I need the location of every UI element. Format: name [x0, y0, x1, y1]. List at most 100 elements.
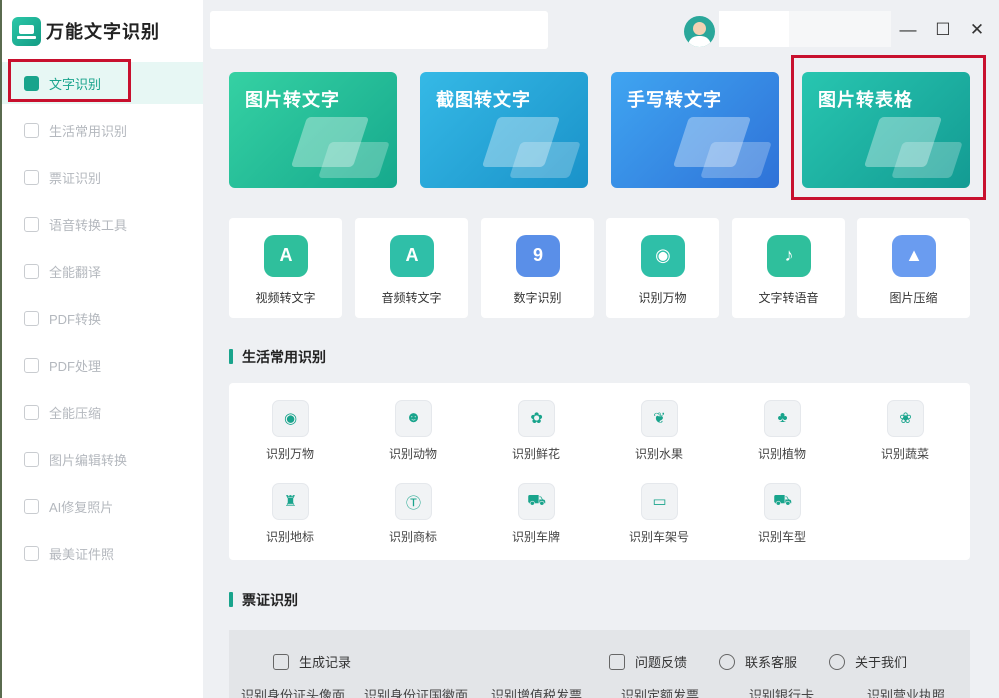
sidebar-nav: 文字识别 生活常用识别 票证识别 语音转换工具 全能翻译 PDF转换 PDF处理…: [2, 60, 203, 577]
life-item-animal[interactable]: ☻ 识别动物: [368, 397, 458, 467]
service-label: 联系客服: [745, 655, 798, 670]
tool-label: 音频转文字: [381, 291, 442, 305]
truck-icon: ⛟: [764, 483, 801, 520]
icon-glyph: ☻: [405, 409, 422, 426]
history-button[interactable]: 生成记录: [273, 652, 351, 671]
feature-image-to-table[interactable]: 图片转表格: [802, 72, 970, 188]
history-label: 生成记录: [299, 655, 352, 670]
tool-text-to-speech[interactable]: ♪ 文字转语音: [732, 218, 845, 318]
life-item-label: 识别万物: [265, 447, 314, 461]
life-item-flower[interactable]: ✿ 识别鲜花: [491, 397, 581, 467]
bottom-bar: 生成记录 问题反馈 联系客服 关于我们 识别身份证头像面 识别身份证国徽面 识别…: [229, 630, 970, 698]
feature-screenshot-to-text[interactable]: 截图转文字: [420, 72, 588, 188]
life-item-car-model[interactable]: ⛟ 识别车型: [737, 480, 827, 550]
image-compress-icon: ▲: [892, 235, 936, 277]
sidebar-item-translate[interactable]: 全能翻译: [2, 248, 203, 295]
sidebar-item-ai-repair[interactable]: AI修复照片: [2, 483, 203, 530]
app-logo-icon: [12, 16, 41, 46]
sidebar-item-pdf-convert[interactable]: PDF转换: [2, 295, 203, 342]
user-info[interactable]: [719, 11, 789, 47]
icon-glyph: ♪: [784, 245, 794, 265]
sidebar-item-compress[interactable]: 全能压缩: [2, 389, 203, 436]
sidebar-item-ticket[interactable]: 票证识别: [2, 154, 203, 201]
life-item-plant[interactable]: ♣ 识别植物: [737, 397, 827, 467]
tool-audio-to-text[interactable]: A 音频转文字: [355, 218, 468, 318]
icon-glyph: A: [279, 245, 293, 265]
sidebar-item-id-photo[interactable]: 最美证件照: [2, 530, 203, 577]
sidebar-item-text-recognition[interactable]: 文字识别: [2, 62, 203, 104]
feedback-button[interactable]: 问题反馈: [609, 652, 687, 671]
vin-icon: ▭: [641, 483, 678, 520]
life-item-landmark[interactable]: ♜ 识别地标: [245, 480, 335, 550]
plant-icon: ♣: [764, 400, 801, 437]
sidebar-item-label: 票证识别: [49, 171, 102, 186]
pdf-convert-icon: [24, 311, 39, 326]
service-icon: [719, 653, 735, 670]
tool-digit-recognition[interactable]: 9 数字识别: [481, 218, 594, 318]
ticket-item[interactable]: 识别营业执照: [867, 685, 945, 698]
digit-icon: 9: [516, 235, 560, 277]
tool-recognize-everything[interactable]: ◉ 识别万物: [606, 218, 719, 318]
life-item-label: 识别地标: [265, 530, 314, 544]
text-scan-icon: [24, 75, 39, 91]
icon-glyph: ❀: [899, 410, 912, 427]
ticket-item[interactable]: 识别定额发票: [621, 685, 699, 698]
ticket-item[interactable]: 识别增值税发票: [491, 685, 582, 698]
life-item-vin[interactable]: ▭ 识别车架号: [614, 480, 704, 550]
about-button[interactable]: 关于我们: [829, 652, 907, 671]
life-item-everything[interactable]: ◉ 识别万物: [245, 397, 335, 467]
life-item-label: 识别车牌: [511, 530, 560, 544]
service-button[interactable]: 联系客服: [719, 652, 797, 671]
sidebar-item-label: 全能压缩: [49, 406, 102, 421]
tool-label: 识别万物: [638, 291, 687, 305]
icon-glyph: ▭: [652, 493, 667, 510]
landmark-icon: ♜: [272, 483, 309, 520]
minimize-button[interactable]: —: [896, 18, 920, 42]
top-bar: — ☐ ✕: [203, 0, 999, 62]
translate-icon: [24, 264, 39, 279]
life-item-label: 识别动物: [388, 447, 437, 461]
life-item-license-plate[interactable]: ⛟ 识别车牌: [491, 480, 581, 550]
maximize-button[interactable]: ☐: [931, 18, 955, 42]
life-item-label: 识别鲜花: [511, 447, 560, 461]
document-illustration-icon: [318, 142, 390, 178]
table-illustration-icon: [891, 142, 963, 178]
sidebar-item-voice[interactable]: 语音转换工具: [2, 201, 203, 248]
ticket-item[interactable]: 识别银行卡: [749, 685, 814, 698]
car-icon: ⛟: [518, 483, 555, 520]
feedback-icon: [609, 653, 625, 670]
id-photo-icon: [24, 546, 39, 561]
feature-handwriting-to-text[interactable]: 手写转文字: [611, 72, 779, 188]
sidebar-item-label: 最美证件照: [49, 547, 115, 562]
sidebar-item-label: PDF转换: [49, 312, 102, 327]
feature-title: 截图转文字: [436, 90, 531, 110]
life-item-label: 识别水果: [634, 447, 683, 461]
sidebar-item-pdf-process[interactable]: PDF处理: [2, 342, 203, 389]
icon-glyph: ♣: [777, 409, 788, 426]
search-bar[interactable]: [210, 11, 548, 49]
app-title: 万能文字识别: [12, 14, 160, 48]
info-icon: [829, 653, 845, 670]
tool-image-compress[interactable]: ▲ 图片压缩: [857, 218, 970, 318]
life-item-trademark[interactable]: Ⓣ 识别商标: [368, 480, 458, 550]
icon-glyph: 9: [532, 245, 543, 265]
sidebar-item-image-edit[interactable]: 图片编辑转换: [2, 436, 203, 483]
ticket-item[interactable]: 识别身份证国徽面: [364, 685, 468, 698]
life-item-fruit[interactable]: ❦ 识别水果: [614, 397, 704, 467]
sidebar-item-label: 文字识别: [49, 76, 102, 92]
icon-glyph: ⛟: [773, 492, 792, 509]
sidebar-item-life[interactable]: 生活常用识别: [2, 107, 203, 154]
feature-title: 图片转表格: [818, 90, 913, 110]
ticket-item[interactable]: 识别身份证头像面: [241, 685, 345, 698]
vegetable-icon: ❀: [887, 400, 924, 437]
audio-text-icon: A: [390, 235, 434, 277]
life-item-label: 识别植物: [757, 447, 806, 461]
avatar[interactable]: [684, 16, 715, 47]
section-title-life: 生活常用识别: [229, 347, 326, 367]
feature-title: 手写转文字: [627, 90, 722, 110]
feature-image-to-text[interactable]: 图片转文字: [229, 72, 397, 188]
tool-video-to-text[interactable]: A 视频转文字: [229, 218, 342, 318]
video-text-icon: A: [264, 235, 308, 277]
life-item-vegetable[interactable]: ❀ 识别蔬菜: [860, 397, 950, 467]
close-button[interactable]: ✕: [965, 18, 989, 42]
